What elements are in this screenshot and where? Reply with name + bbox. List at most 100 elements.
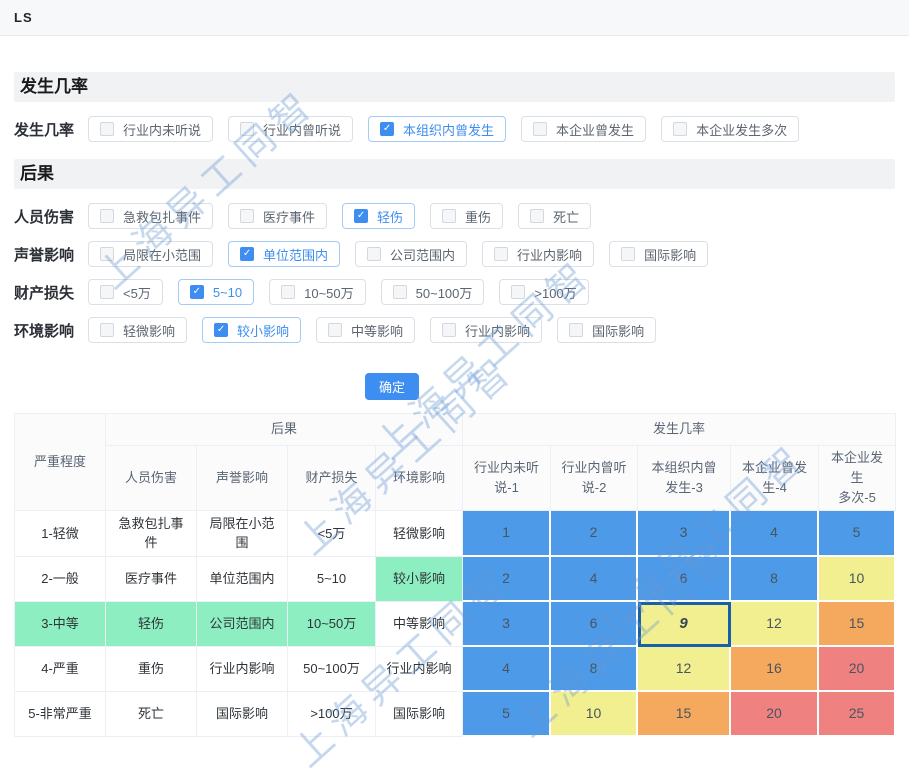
checkbox-option[interactable]: ✓ 较小影响 — [202, 317, 301, 343]
checkbox-option[interactable]: 中等影响 — [316, 317, 415, 343]
severity-corner-header: 严重程度 — [15, 414, 106, 511]
checkbox-option[interactable]: 国际影响 — [557, 317, 656, 343]
checkbox-option[interactable]: 行业内未听说 — [88, 116, 213, 142]
matrix-row: 3-中等轻伤公司范围内10~50万中等影响3691215 — [15, 602, 896, 647]
checkbox-option[interactable]: 局限在小范围 — [88, 241, 213, 267]
option-group: 局限在小范围 ✓单位范围内公司范围内行业内影响国际影响 — [88, 241, 723, 267]
severity-cell: 2-一般 — [15, 557, 106, 602]
checkbox-option-label: 轻伤 — [377, 207, 403, 226]
checkbox-option-label: 本企业发生多次 — [696, 120, 787, 139]
checkbox-option[interactable]: 本企业发生多次 — [661, 116, 799, 142]
consequence-cell: 轻微影响 — [376, 511, 463, 556]
form-row: 人员伤害急救包扎事件医疗事件✓轻伤重伤死亡 — [14, 203, 895, 229]
checkbox-option[interactable]: 本企业曾发生 — [521, 116, 646, 142]
checkbox-option[interactable]: 行业内曾听说 — [228, 116, 353, 142]
checkbox-option[interactable]: 50~100万 — [381, 279, 485, 305]
checkbox-checked-icon: ✓ — [214, 323, 228, 337]
checkbox-option[interactable]: 公司范围内 — [355, 241, 467, 267]
matrix-cell[interactable]: 25 — [819, 692, 896, 737]
consequence-column-header: 环境影响 — [376, 446, 463, 511]
checkbox-option-label: 死亡 — [553, 207, 579, 226]
matrix-cell[interactable]: 5 — [819, 511, 896, 556]
probability-column-header: 本组织内曾 发生-3 — [638, 446, 731, 511]
option-group: 行业内未听说 行业内曾听说 ✓本组织内曾发生本企业曾发生 本企业发生多次 — [88, 116, 814, 142]
checkbox-option[interactable]: 国际影响 — [609, 241, 708, 267]
checkbox-option[interactable]: <5万 — [88, 279, 163, 305]
matrix-cell[interactable]: 12 — [638, 647, 731, 692]
button-row: 确定 — [14, 373, 770, 400]
checkbox-option-label: 本组织内曾发生 — [403, 120, 494, 139]
form-row-label: 财产损失 — [14, 282, 88, 303]
checkbox-option[interactable]: 重伤 — [430, 203, 503, 229]
checkbox-option[interactable]: ✓5~10 — [178, 279, 254, 305]
matrix-cell[interactable]: 8 — [731, 557, 819, 602]
app-logo-text: LS — [14, 10, 33, 25]
checkbox-icon — [328, 323, 342, 337]
matrix-cell[interactable]: 3 — [638, 511, 731, 556]
checkbox-option-label: 医疗事件 — [263, 207, 315, 226]
checkbox-option[interactable]: ✓ 轻伤 — [342, 203, 415, 229]
checkbox-checked-icon: ✓ — [190, 285, 204, 299]
checkbox-option[interactable]: 急救包扎事件 — [88, 203, 213, 229]
probability-column-header: 本企业发生 多次-5 — [819, 446, 896, 511]
checkbox-icon — [240, 209, 254, 223]
consequence-cell: 轻伤 — [106, 602, 197, 647]
matrix-cell[interactable]: 20 — [819, 647, 896, 692]
confirm-button[interactable]: 确定 — [365, 373, 419, 400]
checkbox-option[interactable]: ✓本组织内曾发生 — [368, 116, 506, 142]
checkbox-option[interactable]: 轻微影响 — [88, 317, 187, 343]
matrix-cell[interactable]: 6 — [638, 557, 731, 602]
matrix-cell[interactable]: 15 — [819, 602, 896, 647]
matrix-cell[interactable]: 10 — [819, 557, 896, 602]
form-row: 声誉影响局限在小范围✓单位范围内公司范围内行业内影响国际影响 — [14, 241, 895, 267]
matrix-cell-selected[interactable]: 9 — [638, 602, 731, 647]
section-title: 发生几率 — [14, 72, 895, 102]
consequence-cell: 5~10 — [288, 557, 376, 602]
checkbox-option[interactable]: 死亡 — [518, 203, 591, 229]
consequence-cell: 单位范围内 — [197, 557, 288, 602]
checkbox-icon — [530, 209, 544, 223]
matrix-cell[interactable]: 3 — [463, 602, 551, 647]
checkbox-checked-icon: ✓ — [354, 209, 368, 223]
consequence-cell: 医疗事件 — [106, 557, 197, 602]
matrix-cell[interactable]: 2 — [551, 511, 638, 556]
checkbox-option-label: 行业内曾听说 — [263, 120, 341, 139]
matrix-cell[interactable]: 5 — [463, 692, 551, 737]
checkbox-icon — [569, 323, 583, 337]
checkbox-option[interactable]: 行业内影响 — [482, 241, 594, 267]
checkbox-option[interactable]: >100万 — [499, 279, 588, 305]
checkbox-option-label: 较小影响 — [237, 321, 289, 340]
risk-form: 发生几率发生几率行业内未听说行业内曾听说✓本组织内曾发生本企业曾发生本企业发生多… — [14, 72, 895, 343]
checkbox-option[interactable]: ✓单位范围内 — [228, 241, 340, 267]
consequence-cell: 公司范围内 — [197, 602, 288, 647]
probability-column-header: 行业内未听 说-1 — [463, 446, 551, 511]
consequence-cell: 50~100万 — [288, 647, 376, 692]
matrix-cell[interactable]: 8 — [551, 647, 638, 692]
consequence-cell: 10~50万 — [288, 602, 376, 647]
matrix-cell[interactable]: 4 — [731, 511, 819, 556]
checkbox-icon — [100, 285, 114, 299]
checkbox-option-label: 中等影响 — [351, 321, 403, 340]
severity-cell: 4-严重 — [15, 647, 106, 692]
consequence-cell: 重伤 — [106, 647, 197, 692]
checkbox-icon — [240, 122, 254, 136]
checkbox-icon — [100, 247, 114, 261]
matrix-cell[interactable]: 2 — [463, 557, 551, 602]
matrix-cell[interactable]: 4 — [551, 557, 638, 602]
consequence-cell: 行业内影响 — [197, 647, 288, 692]
matrix-cell[interactable]: 20 — [731, 692, 819, 737]
checkbox-option[interactable]: 行业内影响 — [430, 317, 542, 343]
matrix-row: 1-轻微急救包扎事件局限在小范围<5万轻微影响12345 — [15, 511, 896, 556]
checkbox-option[interactable]: 10~50万 — [269, 279, 366, 305]
matrix-cell[interactable]: 12 — [731, 602, 819, 647]
checkbox-icon — [100, 122, 114, 136]
matrix-cell[interactable]: 4 — [463, 647, 551, 692]
matrix-cell[interactable]: 10 — [551, 692, 638, 737]
matrix-cell[interactable]: 1 — [463, 511, 551, 556]
matrix-cell[interactable]: 16 — [731, 647, 819, 692]
matrix-cell[interactable]: 15 — [638, 692, 731, 737]
checkbox-option-label: 行业内未听说 — [123, 120, 201, 139]
checkbox-option-label: 50~100万 — [416, 283, 473, 302]
matrix-cell[interactable]: 6 — [551, 602, 638, 647]
checkbox-option[interactable]: 医疗事件 — [228, 203, 327, 229]
